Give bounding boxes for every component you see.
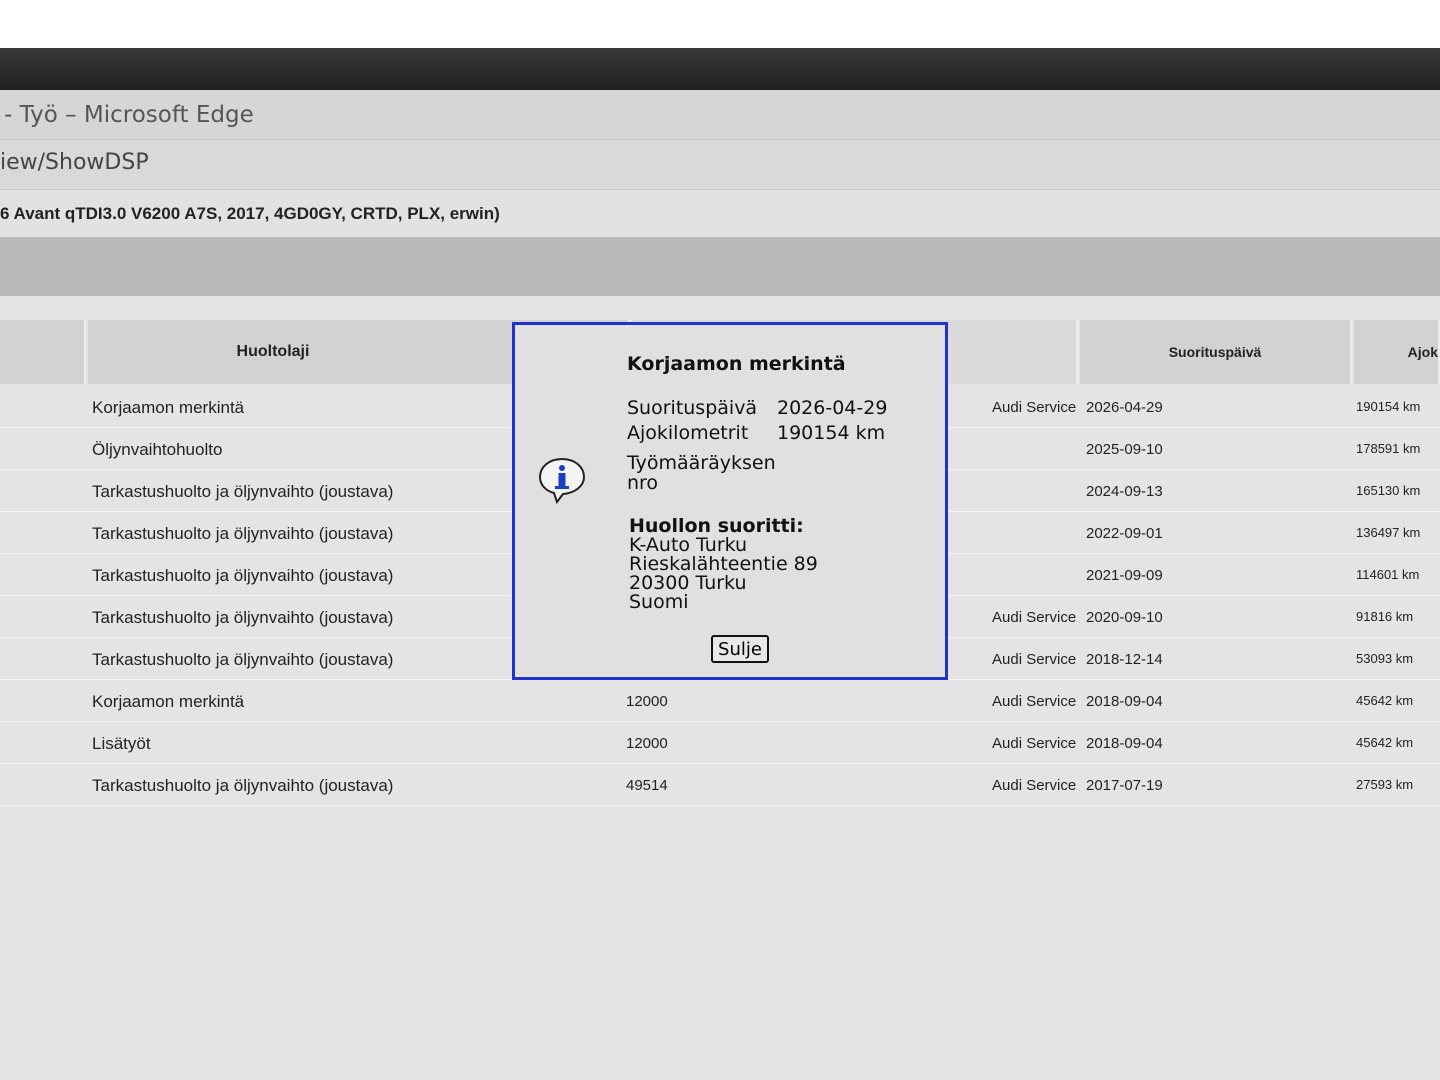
cell-service-type: Korjaamon merkintä (92, 692, 245, 711)
cell-km: 136497 km (1356, 525, 1421, 540)
dialog-date-label: Suorituspäivä (627, 397, 758, 419)
dialog-title: Korjaamon merkintä (627, 353, 846, 375)
column-header-service-type-label: Huoltolaji (236, 343, 310, 360)
cell-service-type: Korjaamon merkintä (92, 398, 245, 417)
cell-date: 2020-09-10 (1086, 609, 1163, 626)
cell-service-type: Tarkastushuolto ja öljynvaihto (joustava… (92, 566, 394, 585)
cell-date: 2018-09-04 (1086, 735, 1163, 752)
cell-service-type: Tarkastushuolto ja öljynvaihto (joustava… (92, 776, 394, 795)
dialog-km-value: 190154 km (777, 422, 886, 444)
cell-km: 114601 km (1356, 567, 1420, 582)
cell-performer: Audi Service (992, 735, 1077, 752)
column-header-km[interactable]: Ajok (1354, 320, 1440, 384)
column-header-date[interactable]: Suorituspäivä (1080, 320, 1352, 384)
cell-value: 49514 (626, 777, 668, 794)
cell-km: 53093 km (1356, 651, 1414, 666)
dialog-km-row: Ajokilometrit 190154 km (627, 422, 885, 444)
info-dialog: Korjaamon merkintä Suorituspäivä 2026-04-… (512, 322, 948, 680)
cell-km: 27593 km (1356, 777, 1414, 792)
cell-date: 2017-07-19 (1086, 777, 1163, 794)
cell-date: 2018-12-14 (1086, 651, 1163, 668)
cell-date: 2026-04-29 (1086, 399, 1163, 416)
cell-km: 45642 km (1356, 693, 1414, 708)
cell-service-type: Öljynvaihtohuolto (92, 440, 223, 459)
cell-service-type: Tarkastushuolto ja öljynvaihto (joustava… (92, 650, 394, 669)
cell-km: 91816 km (1356, 609, 1414, 624)
cell-performer: Audi Service (992, 609, 1077, 626)
cell-performer: Audi Service (992, 777, 1077, 794)
cell-date: 2018-09-04 (1086, 693, 1163, 710)
cell-km: 45642 km (1356, 735, 1414, 750)
cell-service-type: Tarkastushuolto ja öljynvaihto (joustava… (92, 608, 394, 627)
dialog-km-label: Ajokilometrit (627, 422, 749, 444)
dialog-date-row: Suorituspäivä 2026-04-29 (627, 397, 887, 419)
title-bar: - Työ – Microsoft Edge (0, 90, 1440, 140)
dialog-order-label-line2: nro (627, 472, 659, 494)
cell-date: 2025-09-10 (1086, 441, 1163, 458)
cell-date: 2022-09-01 (1086, 525, 1163, 542)
vehicle-info-bar: 6 Avant qTDI3.0 V6200 A7S, 2017, 4GD0GY,… (0, 190, 1440, 238)
cell-service-type: Tarkastushuolto ja öljynvaihto (joustava… (92, 482, 394, 501)
address-url[interactable]: iew/ShowDSP (0, 150, 149, 175)
cell-value: 12000 (626, 735, 668, 752)
cell-performer: Audi Service (992, 399, 1077, 416)
cell-km: 165130 km (1356, 483, 1421, 498)
column-header-blank (0, 320, 86, 384)
cell-performer: Audi Service (992, 693, 1077, 710)
cell-value: 12000 (626, 693, 668, 710)
info-icon (538, 457, 586, 505)
cell-performer: Audi Service (992, 651, 1077, 668)
cell-date: 2021-09-09 (1086, 567, 1163, 584)
column-header-km-label: Ajok (1407, 344, 1438, 360)
address-bar[interactable]: iew/ShowDSP (0, 140, 1440, 190)
close-button[interactable]: Sulje (711, 635, 769, 663)
dialog-performer-country: Suomi (629, 591, 689, 613)
dialog-date-value: 2026-04-29 (777, 397, 888, 419)
dialog-performer-block: Huollon suoritti: K-Auto Turku Rieskaläh… (629, 517, 818, 612)
toolbar-strip (0, 238, 1440, 296)
window-title: - Työ – Microsoft Edge (4, 102, 254, 128)
cell-km: 190154 km (1356, 399, 1421, 414)
cell-km: 178591 km (1356, 441, 1421, 456)
table-row[interactable]: Tarkastushuolto ja öljynvaihto (joustava… (0, 764, 1440, 806)
cell-service-type: Lisätyöt (92, 734, 151, 753)
dialog-order-label-line1: Työmääräyksen (627, 452, 776, 474)
table-row[interactable]: Korjaamon merkintä 12000 Audi Service 2018-… (0, 680, 1440, 722)
table-row[interactable]: Lisätyöt 12000 Audi Service 2018-09-04 45642… (0, 722, 1440, 764)
cell-date: 2024-09-13 (1086, 483, 1163, 500)
column-header-date-label: Suorituspäivä (1168, 344, 1262, 360)
vehicle-info: 6 Avant qTDI3.0 V6200 A7S, 2017, 4GD0GY,… (0, 204, 500, 223)
cell-service-type: Tarkastushuolto ja öljynvaihto (joustava… (92, 524, 394, 543)
dialog-order-label: Työmääräyksen nro (627, 453, 787, 493)
